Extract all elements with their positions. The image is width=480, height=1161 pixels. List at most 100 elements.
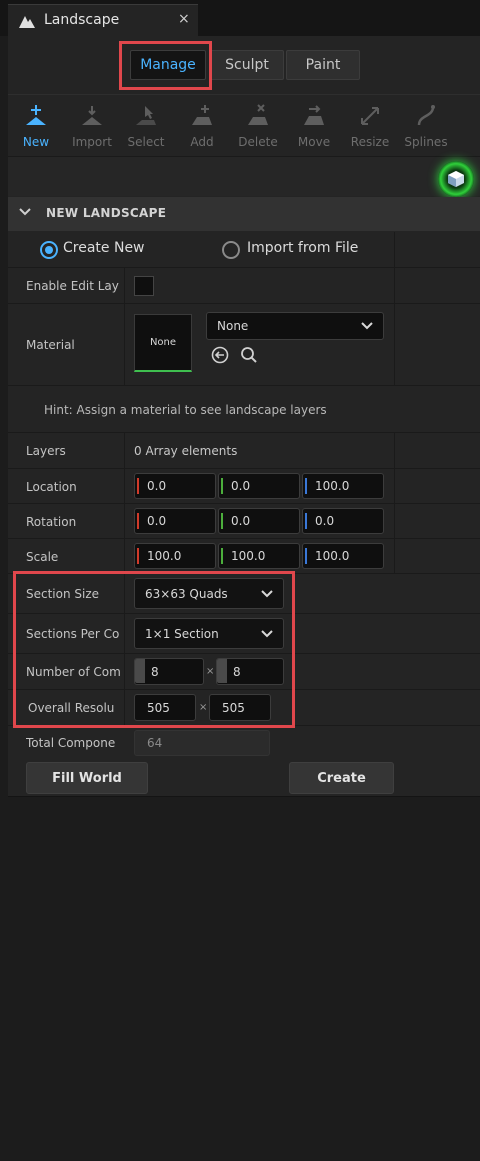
components-y-input[interactable]: 8 — [216, 658, 284, 685]
divider — [394, 539, 395, 574]
number-of-components-row: Number of Com 8 × 8 — [8, 654, 480, 690]
hint-row: Hint: Assign a material to see landscape… — [8, 386, 480, 433]
section-size-row: Section Size 63×63 Quads — [8, 574, 480, 614]
tool-add[interactable]: Add — [174, 99, 230, 151]
hint-text: Hint: Assign a material to see landscape… — [44, 403, 327, 417]
overall-resolution-row: Overall Resolu 505 × 505 — [8, 690, 480, 726]
drag-grip[interactable] — [135, 659, 145, 683]
sections-per-component-row: Sections Per Co 1×1 Section — [8, 614, 480, 654]
material-dropdown[interactable]: None — [206, 312, 384, 340]
section-title: NEW LANDSCAPE — [46, 206, 167, 220]
tool-select[interactable]: Select — [118, 99, 174, 151]
total-components-label: Total Compone — [26, 736, 116, 750]
resize-icon — [361, 107, 379, 125]
location-y-input[interactable]: 0.0 — [218, 473, 300, 499]
mode-manage[interactable]: Manage — [130, 50, 206, 80]
layers-row: Layers 0 Array elements — [8, 433, 480, 469]
import-from-file-radio[interactable] — [222, 241, 240, 259]
empty-panel-area — [8, 796, 480, 1161]
tool-label: Delete — [238, 135, 278, 149]
create-new-radio[interactable] — [40, 241, 58, 259]
rotation-x-input[interactable]: 0.0 — [134, 508, 216, 534]
tab-landscape[interactable]: Landscape × — [8, 4, 198, 36]
import-from-file-label[interactable]: Import from File — [247, 240, 358, 256]
location-y-value: 0.0 — [231, 479, 251, 493]
use-selected-arrow-icon[interactable] — [211, 346, 229, 364]
location-x-input[interactable]: 0.0 — [134, 473, 216, 499]
delete-component-icon — [248, 104, 268, 125]
mode-paint[interactable]: Paint — [286, 50, 360, 80]
cube-icon — [448, 171, 464, 187]
resolution-x-value: 505 — [147, 700, 170, 715]
rotation-y-input[interactable]: 0.0 — [218, 508, 300, 534]
rotation-label: Rotation — [26, 515, 77, 529]
scale-row: Scale 100.0 100.0 100.0 — [8, 539, 480, 574]
tool-label: Splines — [404, 135, 448, 149]
scale-z-input[interactable]: 100.0 — [302, 543, 384, 569]
y-axis-marker — [221, 548, 223, 564]
tool-move[interactable]: Move — [286, 99, 342, 151]
enable-edit-layers-row: Enable Edit Lay — [8, 268, 480, 304]
create-button[interactable]: Create — [289, 762, 394, 794]
drag-grip[interactable] — [217, 659, 227, 683]
tool-label: Resize — [350, 135, 390, 149]
viewport-gizmo-icon[interactable] — [438, 161, 474, 197]
move-component-icon — [304, 105, 324, 125]
close-icon[interactable]: × — [178, 11, 190, 27]
total-components-value-box: 64 — [134, 730, 270, 756]
overall-resolution-label: Overall Resolu — [28, 701, 115, 715]
enable-edit-layers-checkbox[interactable] — [134, 276, 154, 296]
tab-bar: Landscape × — [0, 0, 480, 36]
section-size-value: 63×63 Quads — [145, 586, 228, 601]
divider — [124, 433, 125, 469]
components-x-input[interactable]: 8 — [134, 658, 204, 685]
x-axis-marker — [137, 478, 139, 494]
chevron-down-icon — [261, 589, 273, 597]
material-thumbnail[interactable]: None — [134, 314, 192, 372]
divider — [124, 304, 125, 386]
tool-new[interactable]: New — [8, 99, 64, 151]
divider — [394, 268, 395, 304]
scale-x-input[interactable]: 100.0 — [134, 543, 216, 569]
sections-per-component-dropdown[interactable]: 1×1 Section — [134, 618, 284, 649]
rotation-z-value: 0.0 — [315, 514, 335, 528]
x-axis-marker — [137, 513, 139, 529]
tool-label: New — [22, 135, 50, 149]
fill-world-button[interactable]: Fill World — [26, 762, 148, 794]
sections-per-component-value: 1×1 Section — [145, 626, 219, 641]
location-z-value: 100.0 — [315, 479, 350, 493]
location-z-input[interactable]: 100.0 — [302, 473, 384, 499]
new-landscape-header[interactable]: NEW LANDSCAPE — [8, 197, 480, 231]
resolution-y-input[interactable]: 505 — [209, 694, 271, 721]
divider — [124, 268, 125, 304]
import-icon — [82, 106, 102, 125]
divider — [394, 304, 395, 386]
times-separator: × — [206, 666, 215, 677]
tool-label: Import — [72, 135, 112, 149]
tool-label: Select — [127, 135, 165, 149]
create-new-label[interactable]: Create New — [63, 240, 145, 256]
rotation-z-input[interactable]: 0.0 — [302, 508, 384, 534]
resolution-x-input[interactable]: 505 — [134, 694, 196, 721]
z-axis-marker — [305, 478, 307, 494]
divider — [124, 504, 125, 539]
browse-search-icon[interactable] — [240, 346, 258, 364]
divider — [394, 433, 395, 469]
mode-sculpt[interactable]: Sculpt — [210, 50, 284, 80]
tool-splines[interactable]: Splines — [398, 99, 454, 151]
divider — [394, 504, 395, 539]
rotation-x-value: 0.0 — [147, 514, 167, 528]
divider — [124, 539, 125, 574]
tool-import[interactable]: Import — [64, 99, 120, 151]
source-row: Create New Import from File — [8, 232, 480, 268]
scale-x-value: 100.0 — [147, 549, 182, 563]
tool-delete[interactable]: Delete — [230, 99, 286, 151]
section-size-dropdown[interactable]: 63×63 Quads — [134, 578, 284, 609]
tool-label: Move — [297, 135, 331, 149]
tool-resize[interactable]: Resize — [342, 99, 398, 151]
chevron-down-icon — [19, 208, 31, 216]
scale-y-input[interactable]: 100.0 — [218, 543, 300, 569]
divider — [124, 574, 125, 614]
rotation-y-value: 0.0 — [231, 514, 251, 528]
location-x-value: 0.0 — [147, 479, 167, 493]
